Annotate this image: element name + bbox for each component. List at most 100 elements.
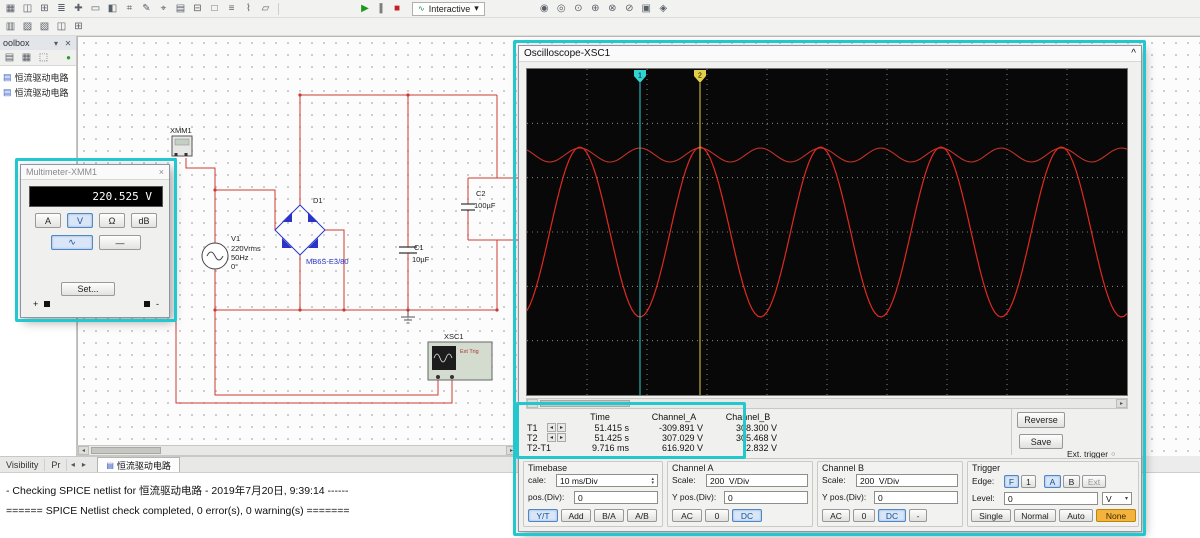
channel-a-scale-field[interactable]: 200 V/Div (706, 474, 808, 487)
ampere-button[interactable]: A (35, 213, 61, 228)
new-icon[interactable]: ▦ (3, 2, 18, 16)
sheet-icon[interactable]: ◫ (54, 20, 69, 34)
wire-tool-icon[interactable]: ⌇ (241, 2, 256, 16)
print-icon[interactable]: ≣ (54, 2, 69, 16)
tree-item-1[interactable]: ▤ 恒流驱动电路 (0, 85, 76, 100)
positive-terminal[interactable] (44, 301, 51, 307)
probe-ref-icon[interactable]: ⊗ (605, 2, 620, 16)
channel-b-zero-button[interactable]: 0 (853, 509, 875, 522)
probe-diff-icon[interactable]: ⊕ (588, 2, 603, 16)
reverse-button[interactable]: Reverse (1017, 412, 1065, 428)
tab-visibility[interactable]: Visibility (0, 458, 46, 471)
zoom-in-icon[interactable]: ⌖ (156, 2, 171, 16)
channel-a-ac-button[interactable]: AC (672, 509, 702, 522)
run-simulation-button[interactable]: ▶ (358, 2, 372, 16)
ac-mode-button[interactable]: ∿ (51, 235, 93, 250)
close-icon[interactable]: × (159, 167, 164, 177)
negative-terminal[interactable] (144, 301, 150, 307)
copy-icon[interactable]: ▭ (88, 2, 103, 16)
ba-button[interactable]: B/A (594, 509, 624, 522)
component-icon[interactable]: ▥ (3, 20, 18, 34)
trigger-normal-button[interactable]: Normal (1014, 509, 1056, 522)
collapse-icon[interactable]: ^ (1131, 48, 1136, 59)
wire-mode-icon[interactable]: ▨ (20, 20, 35, 34)
timebase-scale-field[interactable]: 10 ms/Div ▴ ▾ (556, 474, 658, 487)
cursor-left-arrow[interactable]: ◂ (547, 433, 556, 442)
probe-voltage-icon[interactable]: ◉ (537, 2, 552, 16)
trigger-auto-button[interactable]: Auto (1059, 509, 1093, 522)
zoom-fit-icon[interactable]: ⊟ (190, 2, 205, 16)
trigger-level-unit-select[interactable]: V ▾ (1102, 492, 1132, 505)
probe-power-icon[interactable]: ⊙ (571, 2, 586, 16)
scroll-thumb[interactable] (540, 400, 630, 407)
scroll-left-icon[interactable]: ◂ (527, 399, 538, 408)
dc-mode-button[interactable]: — (99, 235, 141, 250)
hierarchy-icon[interactable]: ⊞ (71, 20, 86, 34)
undo-icon[interactable]: ⌗ (122, 2, 137, 16)
db-button[interactable]: dB (131, 213, 157, 228)
text-mode-icon[interactable]: ▧ (37, 20, 52, 34)
open-icon[interactable]: ◫ (20, 2, 35, 16)
trigger-b-button[interactable]: B (1063, 475, 1080, 488)
channel-a-zero-button[interactable]: 0 (705, 509, 729, 522)
scroll-left-icon[interactable]: ◂ (78, 446, 89, 455)
canvas-horizontal-scrollbar[interactable]: ◂ ▸ (77, 445, 518, 456)
wire[interactable] (175, 158, 453, 404)
zoom-out-icon[interactable]: ▤ (173, 2, 188, 16)
set-button[interactable]: Set... (61, 282, 115, 296)
toolbox-collapse-icon[interactable]: ▾ (51, 39, 61, 48)
grid-icon[interactable]: □ (207, 2, 222, 16)
component-d1-bridge[interactable] (274, 204, 326, 256)
analysis-icon[interactable]: ▣ (639, 2, 654, 16)
oscilloscope-titlebar[interactable]: Oscilloscope-XSC1 ^ (519, 46, 1141, 62)
pause-simulation-button[interactable]: ∥ (374, 2, 388, 16)
save-button[interactable]: Save (1019, 434, 1063, 449)
probe-digital-icon[interactable]: ⊘ (622, 2, 637, 16)
channel-b-ypos-field[interactable]: 0 (874, 491, 958, 504)
wire[interactable] (325, 229, 345, 310)
scroll-right-icon[interactable]: ▸ (506, 446, 517, 455)
trigger-single-button[interactable]: Single (971, 509, 1011, 522)
scroll-right-icon[interactable]: ▸ (1116, 399, 1127, 408)
spinner-icon[interactable]: ▴ ▾ (651, 476, 654, 485)
tree-open-icon[interactable]: ▦ (19, 51, 34, 65)
paste-icon[interactable]: ◧ (105, 2, 120, 16)
trigger-none-button[interactable]: None (1096, 509, 1136, 522)
interactive-dropdown[interactable]: ∿ Interactive ▾ (412, 1, 485, 16)
tab-scroll-left-icon[interactable]: ◂ (67, 460, 78, 469)
ext-trigger-terminal-icon[interactable]: ○ (1111, 451, 1115, 458)
tab-scroll-right-icon[interactable]: ▸ (78, 460, 89, 469)
sheet-tab[interactable]: ▤ 恒流驱动电路 (97, 457, 180, 472)
wire[interactable] (214, 311, 439, 396)
scroll-thumb[interactable] (91, 447, 161, 454)
tree-item-0[interactable]: ▤ 恒流驱动电路 (0, 70, 76, 85)
falling-edge-button[interactable]: 1 (1021, 475, 1036, 488)
ab-button[interactable]: A/B (627, 509, 657, 522)
channel-b-invert-button[interactable]: - (909, 509, 927, 522)
ohm-button[interactable]: Ω (99, 213, 125, 228)
yt-button[interactable]: Y/T (528, 509, 558, 522)
list-icon[interactable]: ≡ (224, 2, 239, 16)
redo-icon[interactable]: ✎ (139, 2, 154, 16)
wire[interactable] (185, 158, 216, 243)
tree-filter-icon[interactable]: ⬚ (36, 51, 51, 65)
channel-b-dc-button[interactable]: DC (878, 509, 906, 522)
probe-current-icon[interactable]: ◎ (554, 2, 569, 16)
ground-symbol[interactable] (401, 310, 415, 324)
channel-a-dc-button[interactable]: DC (732, 509, 762, 522)
probe-settings-icon[interactable]: ◈ (656, 2, 671, 16)
component-xsc1[interactable] (427, 341, 493, 381)
channel-a-ypos-field[interactable]: 0 (724, 491, 808, 504)
toolbox-close-icon[interactable]: ✕ (63, 39, 73, 48)
channel-b-scale-field[interactable]: 200 V/Div (856, 474, 958, 487)
volt-button[interactable]: V (67, 213, 93, 228)
trigger-level-field[interactable]: 0 (1004, 492, 1098, 505)
multimeter-titlebar[interactable]: Multimeter-XMM1 × (21, 165, 169, 180)
channel-b-ac-button[interactable]: AC (822, 509, 850, 522)
rising-edge-button[interactable]: F (1004, 475, 1019, 488)
save-icon[interactable]: ⊞ (37, 2, 52, 16)
component-v1[interactable] (201, 242, 229, 270)
tab-project[interactable]: Pr (45, 458, 68, 471)
component-c2[interactable] (461, 203, 475, 211)
add-button[interactable]: Add (561, 509, 591, 522)
